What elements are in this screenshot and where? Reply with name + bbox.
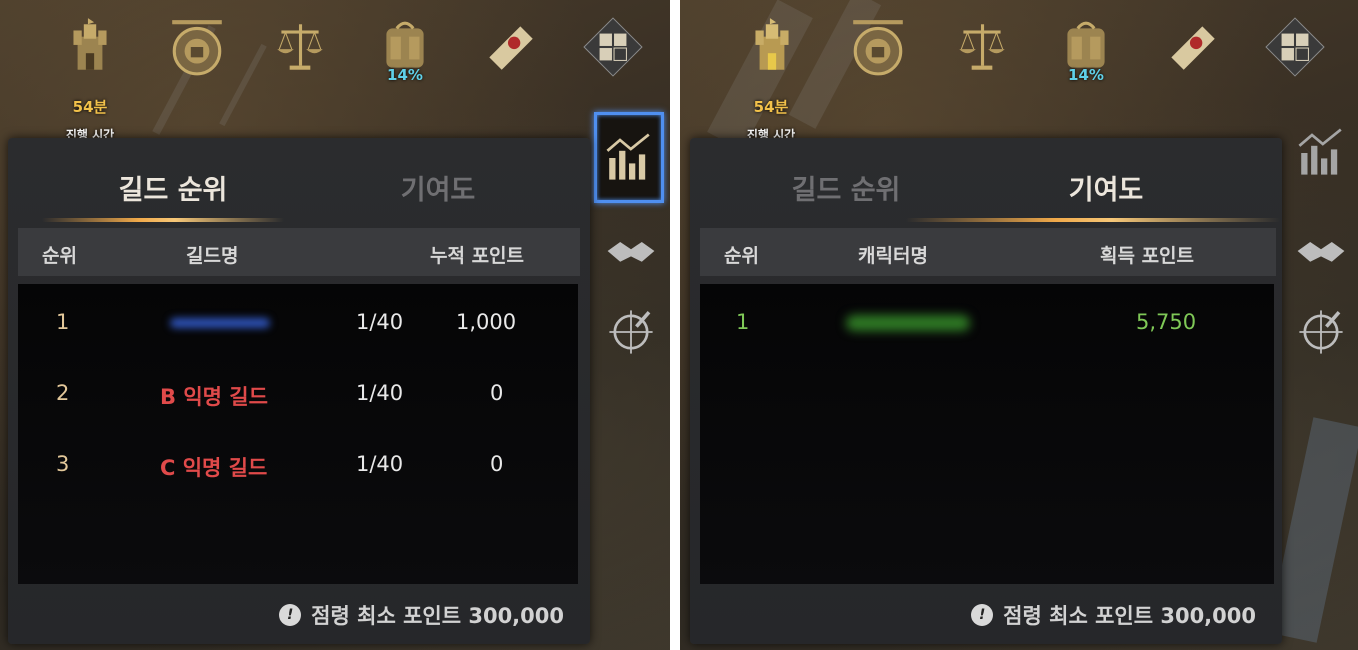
guild-emblem-icon[interactable] [843,12,913,82]
row-points: 5,750 [1136,310,1197,334]
bar-chart-icon [1298,128,1342,175]
row-points: 0 [490,381,504,405]
header-rank: 순위 [42,245,77,267]
balance-scale-icon[interactable] [947,12,1017,82]
row-guild-name: B 익명 길드 [160,385,268,409]
info-icon: ! [971,604,994,626]
row-guild-name: C 익명 길드 [160,456,268,480]
table-row[interactable]: 2 B 익명 길드 1/40 0 [18,355,578,425]
redacted-guild-name [170,318,270,328]
info-icon: ! [279,604,302,626]
scroll-icon[interactable] [475,12,545,82]
guild-emblem-icon[interactable] [162,12,232,82]
elapsed-time-value: 54분 [753,98,789,116]
castle-tower-icon[interactable] [737,12,807,82]
guild-ranking-panel: 길드 순위 기여도 순위 길드명 누적 포인트 1 1/40 1,000 2 B… [8,138,590,644]
row-points: 0 [490,452,504,476]
row-member-count: 1/40 [356,310,404,334]
scroll-icon[interactable] [1157,12,1227,82]
target-crosshair-button[interactable] [602,303,660,361]
crosshair-icon [1299,310,1343,354]
active-tab-underline [42,218,284,222]
row-member-count: 1/40 [356,452,404,476]
balance-scale-icon[interactable] [265,12,335,82]
ranking-table-body: 1 1/40 1,000 2 B 익명 길드 1/40 0 3 C 익명 길드 … [18,284,578,584]
contribution-table-body: 1 5,750 [700,284,1274,584]
castle-tower-icon[interactable] [55,12,125,82]
active-tab-underline [906,218,1280,222]
contribution-panel: 길드 순위 기여도 순위 캐릭터명 획득 포인트 1 5,750 ! 점령 최소… [690,138,1282,644]
min-capture-points-text: 점령 최소 포인트 300,000 [1003,604,1256,628]
min-capture-points-text: 점령 최소 포인트 300,000 [311,604,564,628]
target-crosshair-button[interactable] [1292,303,1350,361]
ranking-chart-button[interactable] [594,112,664,203]
header-accumulated-points: 누적 포인트 [430,245,525,267]
alliance-handshake-button[interactable] [602,222,660,280]
tab-contribution[interactable]: 기여도 [976,168,1236,207]
ranking-chart-button[interactable] [1292,124,1350,182]
screenshot-contribution: 54분 진행 시간 14% 길드 순위 기여도 순위 캐릭터명 획득 포인트 1… [680,0,1358,650]
alliance-handshake-button[interactable] [1292,222,1350,280]
row-member-count: 1/40 [356,381,404,405]
row-rank: 1 [736,310,750,334]
tab-guild-ranking[interactable]: 길드 순위 [43,168,303,207]
screenshot-guild-ranking: 54분 진행 시간 14% 길드 순위 기여도 순위 길드명 누적 포인트 1 … [0,0,670,650]
row-rank: 3 [56,452,70,476]
tab-guild-ranking[interactable]: 길드 순위 [716,168,976,207]
min-capture-points-note: ! 점령 최소 포인트 300,000 [971,600,1256,630]
panel-tabs: 길드 순위 기여도 [8,138,590,224]
redacted-character-name [846,315,970,331]
table-row[interactable]: 1 1/40 1,000 [18,284,578,354]
menu-grid-icon[interactable] [578,12,648,82]
top-icon-bar: 54분 진행 시간 14% [680,6,1358,142]
min-capture-points-note: ! 점령 최소 포인트 300,000 [279,600,564,630]
header-character-name: 캐릭터명 [858,245,928,267]
crosshair-icon [609,310,653,354]
header-earned-points: 획득 포인트 [1100,245,1195,267]
row-rank: 2 [56,381,70,405]
row-rank: 1 [56,310,70,334]
table-row[interactable]: 1 5,750 [700,284,1274,354]
inventory-weight-percent: 14% [1068,66,1104,84]
table-row[interactable]: 3 C 익명 길드 1/40 0 [18,426,578,496]
menu-grid-icon[interactable] [1260,12,1330,82]
elapsed-time-value: 54분 [72,98,108,116]
tab-contribution[interactable]: 기여도 [308,168,568,207]
panel-tabs: 길드 순위 기여도 [690,138,1282,224]
header-rank: 순위 [724,245,759,267]
inventory-weight-percent: 14% [387,66,423,84]
handshake-icon [607,242,655,262]
bar-chart-icon [606,133,650,180]
table-header: 순위 캐릭터명 획득 포인트 [700,228,1276,276]
row-points: 1,000 [456,310,517,334]
header-guild-name: 길드명 [186,245,239,267]
table-header: 순위 길드명 누적 포인트 [18,228,580,276]
top-icon-bar: 54분 진행 시간 14% [0,6,670,142]
handshake-icon [1297,242,1345,262]
